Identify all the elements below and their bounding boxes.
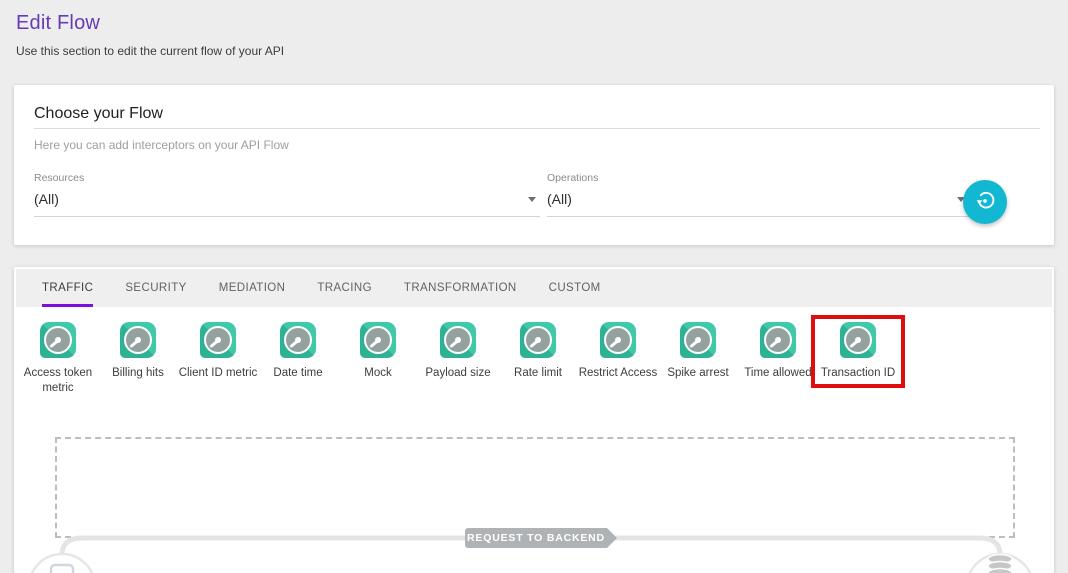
gauge-icon [520,322,556,358]
gauge-icon [600,322,636,358]
restore-icon [974,190,996,215]
policy-time-allowed[interactable]: Time allowed [738,322,818,381]
operations-selected-value: (All) [547,191,572,207]
tab-transformation[interactable]: TRANSFORMATION [388,269,533,307]
policy-restrict-access[interactable]: Restrict Access [578,322,658,381]
policy-label: Spike arrest [658,366,738,381]
flow-chooser-card: Choose your Flow Here you can add interc… [14,85,1054,245]
request-to-backend-banner: REQUEST TO BACKEND [465,528,607,548]
policy-drop-zone[interactable] [55,437,1015,538]
policy-label: Client ID metric [178,366,258,381]
policy-label: Access token metric [18,366,98,396]
gauge-icon [760,322,796,358]
policy-tab-bar: TRAFFIC SECURITY MEDIATION TRACING TRANS… [16,269,1052,307]
resources-select[interactable]: Resources (All) [34,172,540,217]
flow-card-title: Choose your Flow [34,105,163,123]
database-icon [988,555,1012,573]
tab-custom[interactable]: CUSTOM [533,269,617,307]
policy-label: Time allowed [738,366,818,381]
policy-label: Mock [338,366,418,381]
tab-mediation[interactable]: MEDIATION [203,269,302,307]
flow-card-hint: Here you can add interceptors on your AP… [34,138,289,152]
policy-payload-size[interactable]: Payload size [418,322,498,381]
policy-label: Billing hits [98,366,178,381]
gauge-icon [280,322,316,358]
policy-date-time[interactable]: Date time [258,322,338,381]
policy-access-token-metric[interactable]: Access token metric [18,322,98,396]
tab-tracing[interactable]: TRACING [301,269,388,307]
policy-transaction-id-highlighted[interactable]: Transaction ID [818,322,898,381]
page-header: Edit Flow Use this section to edit the c… [16,12,284,58]
policy-label: Restrict Access [578,366,658,381]
policy-label: Date time [258,366,338,381]
policy-label: Transaction ID [818,366,898,381]
gauge-icon [120,322,156,358]
policy-billing-hits[interactable]: Billing hits [98,322,178,381]
policy-palette: Access token metric Billing hits Client … [18,322,898,396]
policy-mock[interactable]: Mock [338,322,418,381]
client-icon [51,565,73,573]
reset-flow-button[interactable] [963,180,1007,224]
resources-selected-value: (All) [34,191,59,207]
gauge-icon [40,322,76,358]
resources-value[interactable]: (All) [34,191,540,217]
operations-label: Operations [547,172,969,184]
resources-label: Resources [34,172,540,184]
policy-client-id-metric[interactable]: Client ID metric [178,322,258,381]
client-endpoint-node [29,554,95,573]
tab-security[interactable]: SECURITY [109,269,202,307]
gauge-icon [840,322,876,358]
tab-traffic[interactable]: TRAFFIC [26,269,109,307]
gauge-icon [200,322,236,358]
operations-value[interactable]: (All) [547,191,969,217]
policy-designer-card: TRAFFIC SECURITY MEDIATION TRACING TRANS… [14,267,1054,573]
page-title: Edit Flow [16,12,284,35]
gauge-icon [680,322,716,358]
policy-spike-arrest[interactable]: Spike arrest [658,322,738,381]
policy-label: Rate limit [498,366,578,381]
gauge-icon [440,322,476,358]
divider [34,128,1040,129]
gauge-icon [360,322,396,358]
policy-label: Payload size [418,366,498,381]
policy-rate-limit[interactable]: Rate limit [498,322,578,381]
dropdown-arrow-icon[interactable] [528,197,536,202]
page-subtitle: Use this section to edit the current flo… [16,44,284,58]
backend-endpoint-node [967,554,1033,573]
operations-select[interactable]: Operations (All) [547,172,969,217]
